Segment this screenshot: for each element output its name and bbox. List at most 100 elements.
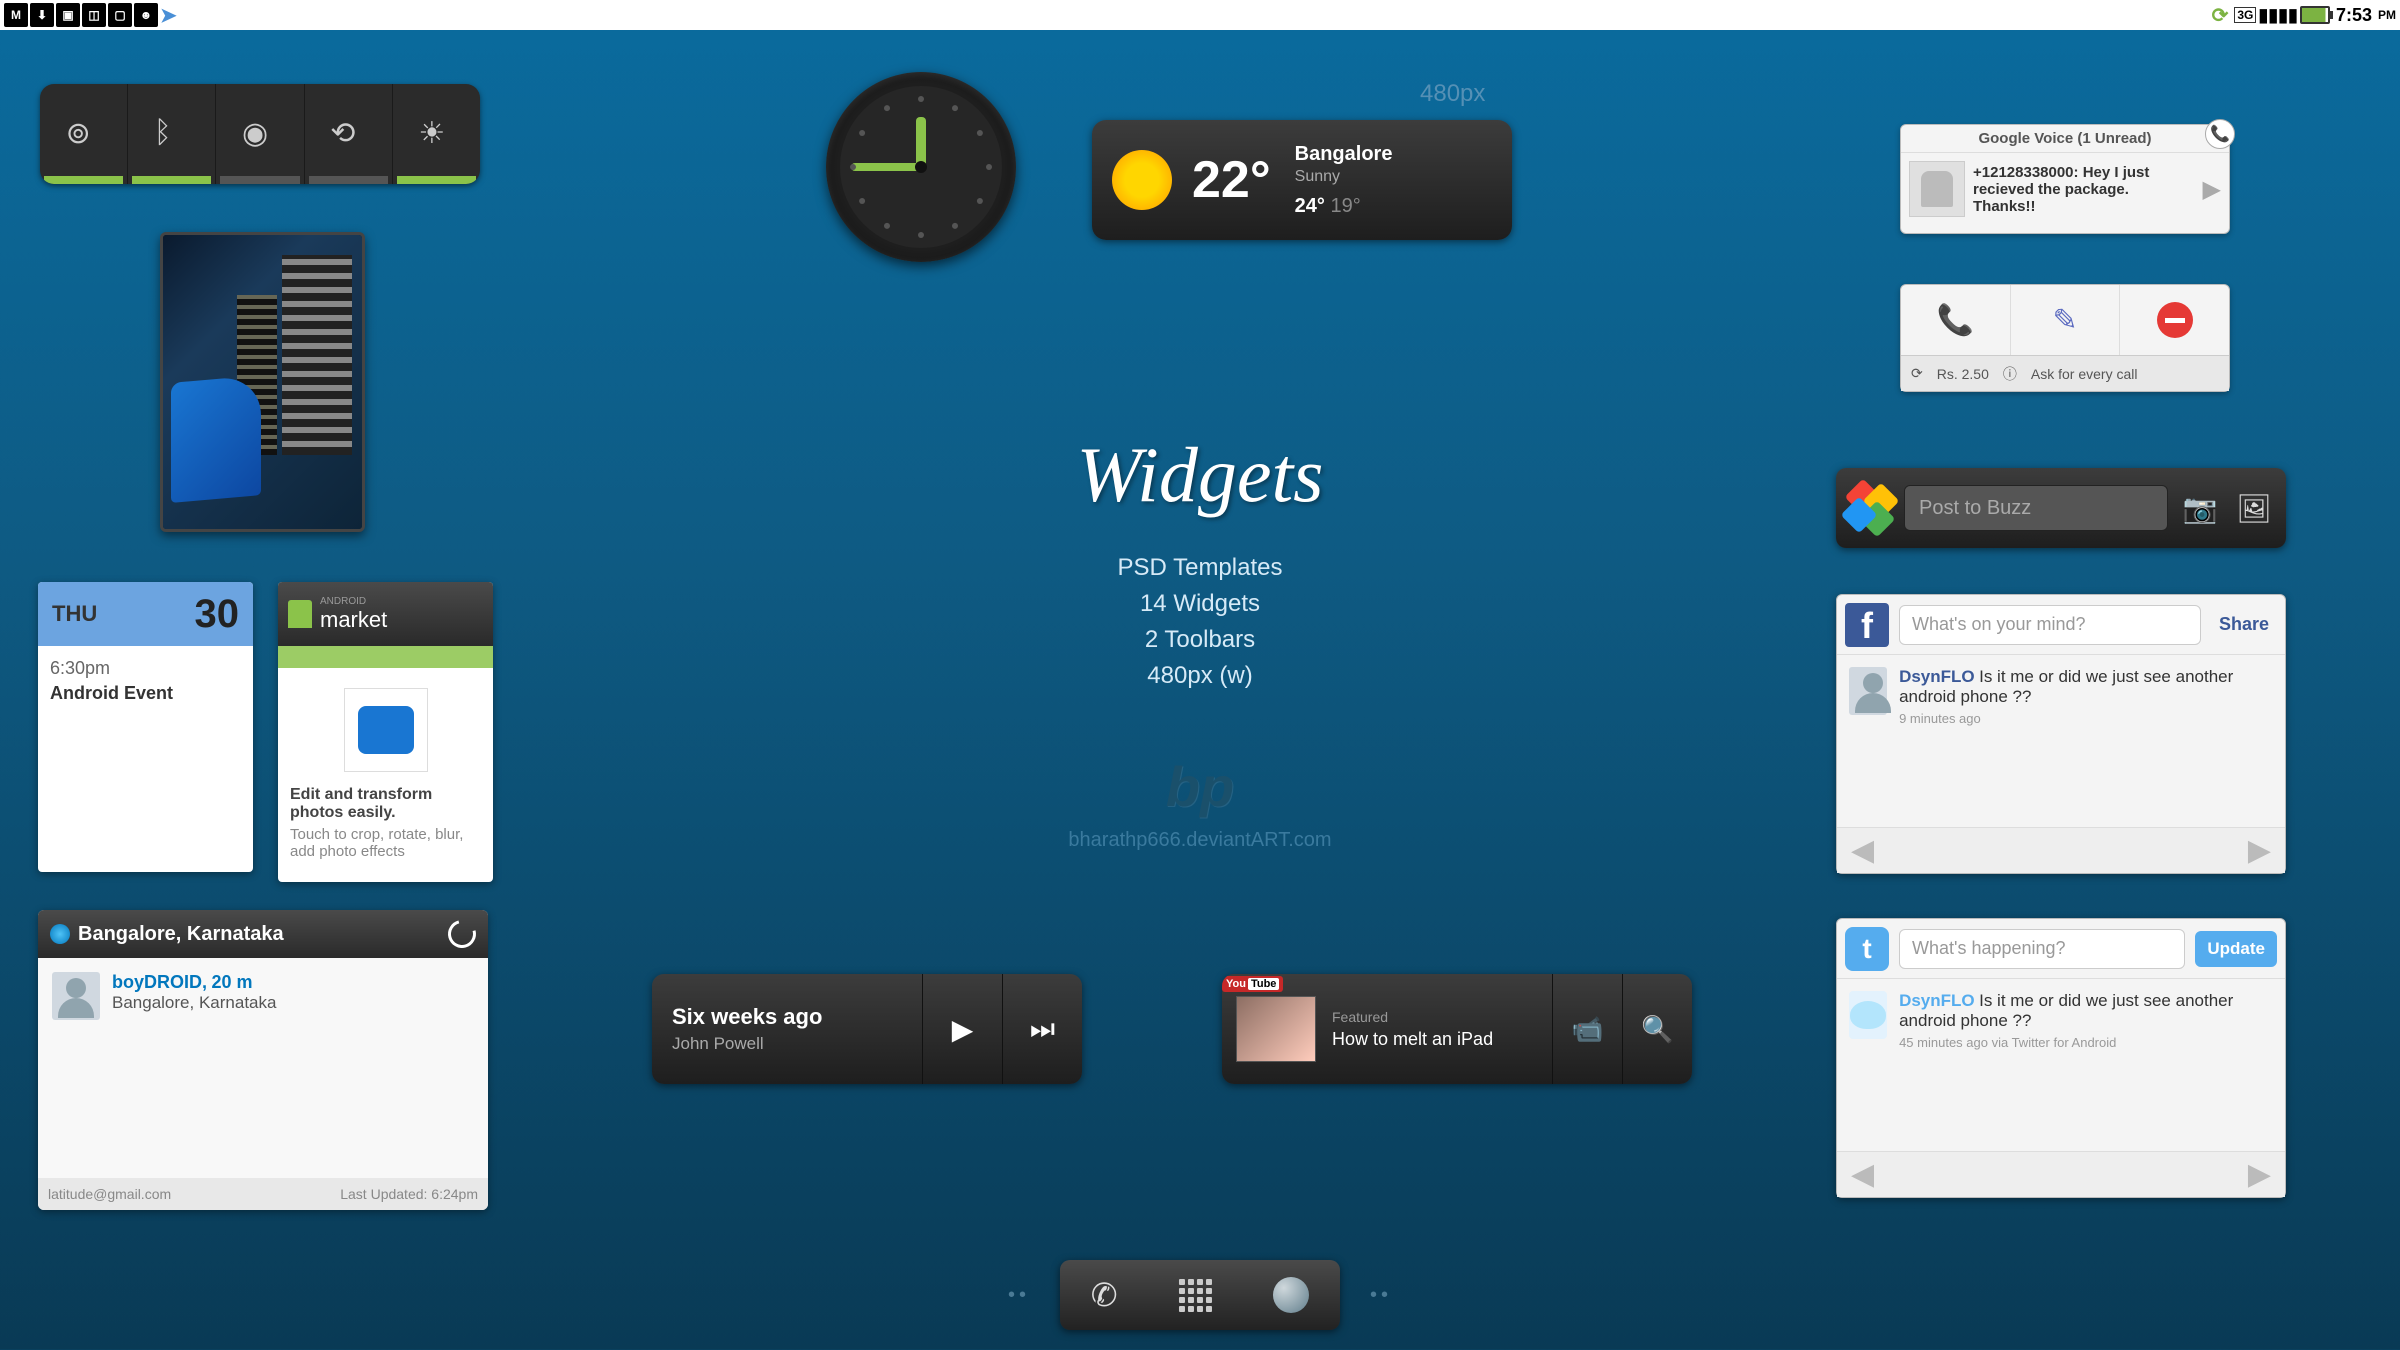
tw-status-input[interactable]: What's happening?	[1899, 929, 2185, 969]
gallery-button[interactable]: 🖼	[2232, 486, 2276, 530]
featured-label: Featured	[1332, 1009, 1536, 1025]
search-icon: 🔍	[1641, 1014, 1673, 1045]
author-url: bharathp666.deviantART.com	[1068, 829, 1331, 852]
facebook-widget: f What's on your mind? Share DsynFLO Is …	[1836, 594, 2286, 874]
fb-next-button[interactable]: ▶	[2248, 833, 2271, 868]
latitude-updated: Last Updated: 6:24pm	[340, 1186, 478, 1202]
record-button[interactable]: 📹	[1552, 974, 1622, 1084]
fb-post-time: 9 minutes ago	[1899, 711, 2273, 726]
tw-prev-button[interactable]: ◀	[1851, 1157, 1874, 1192]
compose-button[interactable]: ✎	[2011, 285, 2121, 355]
latitude-user-time: 20 m	[211, 972, 252, 992]
market-widget[interactable]: ANDROIDmarket Edit and transform photos …	[278, 582, 493, 882]
status-ampm: PM	[2378, 8, 2396, 22]
analog-clock-widget[interactable]	[826, 72, 1016, 262]
gallery-icon: 🖼	[2236, 492, 2272, 525]
fb-share-button[interactable]: Share	[2211, 614, 2277, 635]
info-icon: ⓘ	[2003, 364, 2017, 384]
fb-prev-button[interactable]: ◀	[1851, 833, 1874, 868]
download-icon: ⬇	[30, 3, 54, 27]
grid-icon	[1179, 1279, 1212, 1312]
gv-header: Google Voice (1 Unread)	[1978, 130, 2151, 147]
sync-toggle[interactable]: ⟲	[305, 84, 393, 184]
dock: •• ✆ ••	[1008, 1260, 1392, 1330]
track-artist: John Powell	[672, 1034, 902, 1054]
buzz-placeholder: Post to Buzz	[1919, 497, 2031, 520]
youtube-logo: You	[1222, 976, 1283, 992]
wallpaper-line3: 2 Toolbars	[1068, 622, 1331, 658]
next-button[interactable]: ⏭	[1002, 974, 1082, 1084]
market-headline: Edit and transform photos easily.	[290, 786, 481, 822]
sync-icon: ⟳	[2212, 3, 2229, 28]
tw-update-button[interactable]: Update	[2195, 931, 2277, 967]
video-thumbnail[interactable]	[1236, 996, 1316, 1062]
latitude-user: boyDROID,	[112, 972, 207, 992]
gps-toggle[interactable]: ◉	[216, 84, 304, 184]
refresh-small-icon: ⟳	[1911, 365, 1923, 382]
wallpaper-line4: 480px (w)	[1068, 658, 1331, 694]
browser-button[interactable]	[1273, 1277, 1309, 1313]
bluetooth-toggle[interactable]: ᛒ	[128, 84, 216, 184]
photo-frame-widget[interactable]	[160, 232, 365, 532]
refresh-icon[interactable]	[443, 915, 481, 953]
phone-icon: ✆	[1091, 1277, 1118, 1313]
bp-logo: bp	[1166, 754, 1234, 819]
android-icon: ▣	[56, 3, 80, 27]
fb-status-input[interactable]: What's on your mind?	[1899, 605, 2201, 645]
app-icon: ▢	[108, 3, 132, 27]
wallpaper-line2: 14 Widgets	[1068, 586, 1331, 622]
play-button[interactable]: ▶	[922, 974, 1002, 1084]
play-icon: ▶	[952, 1013, 974, 1046]
weather-widget[interactable]: 22° Bangalore Sunny 24° 19°	[1092, 120, 1512, 240]
next-icon: ⏭	[1030, 1013, 1055, 1046]
call-button[interactable]: 📞	[1901, 285, 2011, 355]
market-sub: Touch to crop, rotate, blur, add photo e…	[290, 826, 481, 860]
buzz-logo-icon	[1846, 484, 1894, 532]
app-drawer-button[interactable]	[1179, 1279, 1212, 1312]
google-voice-widget[interactable]: Google Voice (1 Unread) 📞 +12128338000: …	[1900, 124, 2230, 234]
event-title: Android Event	[50, 683, 241, 704]
edit-icon: ✎	[2052, 303, 2077, 338]
power-control-widget: ⊚ ᛒ ◉ ⟲ ☀	[40, 84, 480, 184]
fb-placeholder: What's on your mind?	[1912, 614, 2086, 635]
chat-icon: ☻	[134, 3, 158, 27]
hour-hand	[916, 117, 926, 167]
battery-icon	[2300, 6, 2330, 24]
weather-high: 24°	[1295, 195, 1325, 217]
vr-icon: ◫	[82, 3, 106, 27]
buzz-widget: Post to Buzz 📷 🖼	[1836, 468, 2286, 548]
tw-avatar	[1849, 991, 1887, 1039]
wifi-toggle[interactable]: ⊚	[40, 84, 128, 184]
market-bag-icon	[288, 600, 312, 628]
stop-icon	[2157, 302, 2193, 338]
block-button[interactable]	[2120, 285, 2229, 355]
dock-dots-left[interactable]: ••	[1008, 1284, 1030, 1307]
status-bar: M ⬇ ▣ ◫ ▢ ☻ ➤ ⟳ 3G ▮▮▮▮ 7:53 PM	[0, 0, 2400, 30]
phone-icon[interactable]: 📞	[2205, 119, 2235, 149]
brightness-toggle[interactable]: ☀	[393, 84, 480, 184]
weather-low: 19°	[1330, 195, 1360, 217]
calendar-day: THU	[52, 601, 97, 627]
camera-icon: 📷	[2183, 492, 2218, 525]
dialer-button[interactable]: ✆	[1091, 1276, 1118, 1314]
app-icon	[344, 688, 428, 772]
latitude-widget[interactable]: Bangalore, Karnataka boyDROID, 20 m Bang…	[38, 910, 488, 1210]
tw-next-button[interactable]: ▶	[2248, 1157, 2271, 1192]
tw-username: DsynFLO	[1899, 991, 1975, 1010]
status-time: 7:53	[2336, 5, 2372, 26]
fb-username: DsynFLO	[1899, 667, 1975, 686]
signal-icon: ▮▮▮▮	[2258, 5, 2298, 26]
gps-icon: ◉	[242, 116, 278, 152]
buzz-input[interactable]: Post to Buzz	[1904, 485, 2168, 531]
dock-dots-right[interactable]: ••	[1370, 1284, 1392, 1307]
calendar-widget[interactable]: THU 30 6:30pm Android Event	[38, 582, 253, 872]
search-button[interactable]: 🔍	[1622, 974, 1692, 1084]
camera-button[interactable]: 📷	[2178, 486, 2222, 530]
next-arrow-icon[interactable]: ▶	[2203, 175, 2221, 204]
contact-avatar	[1909, 161, 1965, 217]
latitude-email: latitude@gmail.com	[48, 1186, 171, 1202]
tw-post-time: 45 minutes ago via Twitter for Android	[1899, 1035, 2273, 1050]
sun-icon	[1112, 150, 1172, 210]
voice-message: +12128338000: Hey I just recieved the pa…	[1973, 164, 2195, 215]
weather-city: Bangalore	[1295, 141, 1393, 167]
